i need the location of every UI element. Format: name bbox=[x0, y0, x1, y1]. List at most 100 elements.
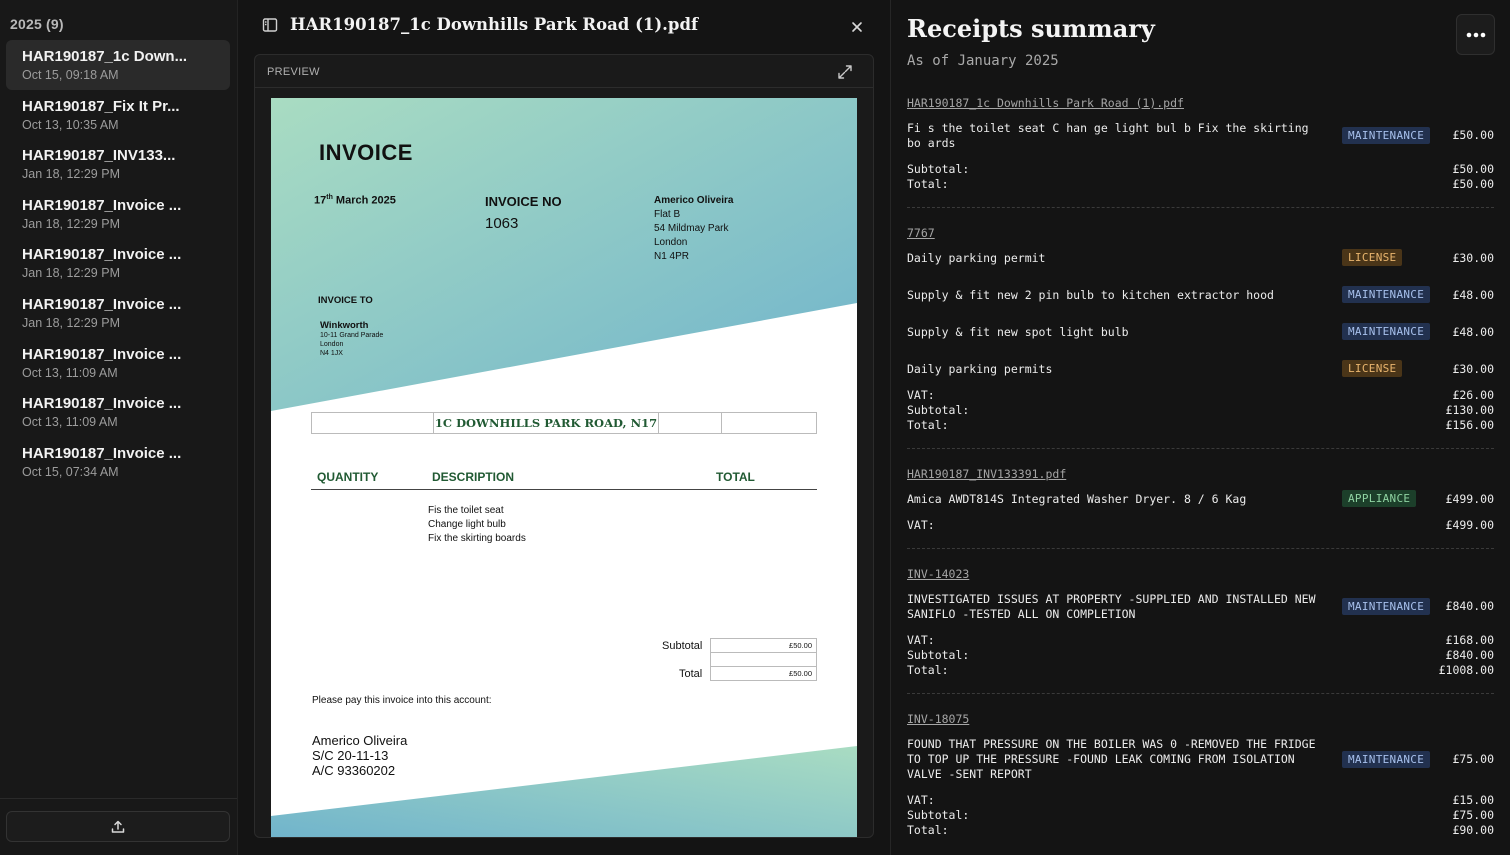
year-group-heading: 2025 (9) bbox=[10, 16, 64, 32]
line-item-description: Daily parking permits bbox=[907, 362, 1053, 376]
upload-button[interactable] bbox=[6, 811, 230, 842]
receipt-separator bbox=[907, 448, 1494, 449]
total-value: £50.00 bbox=[789, 669, 812, 678]
line-item-amount: £48.00 bbox=[1452, 325, 1494, 339]
bank-line: A/C 93360202 bbox=[312, 763, 396, 778]
preview-label: PREVIEW bbox=[267, 66, 320, 78]
receipt-link[interactable]: HAR190187_1c Downhills Park Road (1).pdf bbox=[907, 96, 1184, 110]
more-options-button[interactable] bbox=[1456, 14, 1495, 55]
column-total: TOTAL bbox=[716, 470, 755, 484]
totals-label: Total: bbox=[907, 663, 949, 677]
totals-value: £75.00 bbox=[1452, 808, 1494, 822]
invoice-background-graphic bbox=[271, 98, 857, 837]
receipt-link[interactable]: HAR190187_INV133391.pdf bbox=[907, 467, 1066, 481]
file-date: Oct 15, 09:18 AM bbox=[22, 68, 119, 82]
subtotal-value: £50.00 bbox=[711, 639, 816, 653]
payment-note: Please pay this invoice into this accoun… bbox=[312, 695, 492, 706]
to-line: N4 1JX bbox=[320, 350, 343, 357]
receipt-separator bbox=[907, 207, 1494, 208]
property-address-row: 1C DOWNHILLS PARK ROAD, N17 bbox=[311, 412, 817, 434]
file-item[interactable]: HAR190187_Invoice ... Oct 15, 07:34 AM bbox=[6, 437, 230, 487]
from-line: 54 Mildmay Park bbox=[654, 223, 729, 234]
totals-value: £90.00 bbox=[1452, 823, 1494, 837]
file-item[interactable]: HAR190187_INV133... Jan 18, 12:29 PM bbox=[6, 139, 230, 189]
item-line: Change light bulb bbox=[428, 519, 506, 530]
bank-details: Americo Oliveira S/C 20-11-13 A/C 933602… bbox=[312, 733, 407, 778]
summary-title: Receipts summary bbox=[907, 14, 1155, 43]
close-button[interactable] bbox=[847, 17, 867, 37]
totals-value: £26.00 bbox=[1452, 388, 1494, 402]
total-label: Total bbox=[679, 668, 703, 680]
preview-container: PREVIEW INVOICE 17th March 2025 INVOICE … bbox=[254, 54, 874, 838]
preview-header: HAR190187_1c Downhills Park Road (1).pdf bbox=[238, 0, 890, 54]
expand-icon bbox=[838, 65, 852, 79]
column-description: DESCRIPTION bbox=[432, 470, 515, 484]
line-item-amount: £30.00 bbox=[1452, 251, 1494, 265]
line-item-description: INVESTIGATED ISSUES AT PROPERTY -SUPPLIE… bbox=[907, 592, 1316, 621]
totals-value: £50.00 bbox=[1452, 162, 1494, 176]
property-address: 1C DOWNHILLS PARK ROAD, N17 bbox=[434, 413, 659, 433]
file-name: HAR190187_Invoice ... bbox=[22, 345, 182, 363]
bank-line: Americo Oliveira bbox=[312, 733, 408, 748]
line-item-description: FOUND THAT PRESSURE ON THE BOILER WAS 0 … bbox=[907, 737, 1316, 781]
file-item[interactable]: HAR190187_Invoice ... Oct 13, 11:09 AM bbox=[6, 387, 230, 437]
totals-label: Subtotal: bbox=[907, 403, 970, 417]
totals-label: Subtotal: bbox=[907, 648, 970, 662]
file-name: HAR190187_Fix It Pr... bbox=[22, 97, 180, 115]
sidebar-toggle-button[interactable] bbox=[262, 17, 278, 33]
line-item-amount: £30.00 bbox=[1452, 362, 1494, 376]
totals-label: Subtotal: bbox=[907, 162, 970, 176]
preview-toolbar: PREVIEW bbox=[255, 55, 873, 88]
totals-value: £840.00 bbox=[1445, 648, 1494, 662]
file-item[interactable]: HAR190187_Invoice ... Jan 18, 12:29 PM bbox=[6, 189, 230, 239]
totals-label: VAT: bbox=[907, 388, 935, 402]
file-item[interactable]: HAR190187_Invoice ... Oct 13, 11:09 AM bbox=[6, 338, 230, 388]
receipt-link[interactable]: INV-18075 bbox=[907, 712, 969, 726]
receipt-separator bbox=[907, 693, 1494, 694]
line-item-amount: £75.00 bbox=[1452, 752, 1494, 766]
column-divider bbox=[311, 489, 817, 490]
file-sidebar: 2025 (9) HAR190187_1c Down... Oct 15, 09… bbox=[0, 0, 238, 855]
expand-button[interactable] bbox=[835, 62, 855, 82]
file-item[interactable]: HAR190187_Fix It Pr... Oct 13, 10:35 AM bbox=[6, 90, 230, 140]
file-date: Jan 18, 12:29 PM bbox=[22, 315, 120, 330]
file-item[interactable]: HAR190187_1c Down... Oct 15, 09:18 AM bbox=[6, 40, 230, 90]
totals-label: VAT: bbox=[907, 793, 935, 807]
summary-subtitle: As of January 2025 bbox=[907, 53, 1059, 69]
to-line: London bbox=[320, 341, 344, 348]
invoice-to-address: Winkworth 10-11 Grand Parade London N4 1… bbox=[320, 320, 383, 358]
file-item[interactable]: HAR190187_Invoice ... Jan 18, 12:29 PM bbox=[6, 288, 230, 338]
receipts-summary-panel: Receipts summary As of January 2025 HAR1… bbox=[890, 0, 1510, 855]
totals-value: £168.00 bbox=[1445, 633, 1494, 647]
file-date: Jan 18, 12:29 PM bbox=[22, 216, 120, 231]
more-horizontal-icon bbox=[1466, 32, 1485, 37]
file-date: Oct 13, 11:09 AM bbox=[22, 365, 118, 380]
file-name: HAR190187_Invoice ... bbox=[22, 295, 182, 313]
totals-value: £1008.00 bbox=[1438, 663, 1494, 677]
line-item-description: Supply & fit new spot light bulb bbox=[907, 325, 1129, 339]
from-name: Americo Oliveira bbox=[654, 195, 734, 206]
line-item-description: Daily parking permit bbox=[907, 251, 1046, 265]
to-line: 10-11 Grand Parade bbox=[320, 332, 384, 339]
sidebar-toggle-icon bbox=[262, 18, 278, 32]
file-list: HAR190187_1c Down... Oct 15, 09:18 AM HA… bbox=[6, 40, 230, 486]
line-item-description: Fi s the toilet seat C han ge light bul … bbox=[907, 121, 1309, 150]
line-item-amount: £50.00 bbox=[1452, 128, 1494, 142]
line-item-description: Supply & fit new 2 pin bulb to kitchen e… bbox=[907, 288, 1274, 302]
file-date: Jan 18, 12:29 PM bbox=[22, 167, 120, 182]
invoice-date-rest: March 2025 bbox=[332, 194, 396, 207]
totals-value: £499.00 bbox=[1445, 518, 1494, 532]
receipt-link[interactable]: INV-14023 bbox=[907, 567, 969, 581]
item-line: Fix the skirting boards bbox=[428, 533, 526, 544]
file-date: Oct 13, 11:09 AM bbox=[22, 415, 118, 430]
invoice-date-day: 17 bbox=[314, 194, 327, 207]
from-line: N1 4PR bbox=[654, 251, 690, 262]
file-name: HAR190187_Invoice ... bbox=[22, 395, 182, 413]
item-line: Fis the toilet seat bbox=[428, 505, 504, 516]
totals-spacer bbox=[711, 653, 816, 667]
totals-value: £130.00 bbox=[1445, 403, 1494, 417]
file-name: HAR190187_Invoice ... bbox=[22, 196, 182, 214]
file-item[interactable]: HAR190187_Invoice ... Jan 18, 12:29 PM bbox=[6, 238, 230, 288]
receipt-link[interactable]: 7767 bbox=[907, 226, 935, 240]
invoice-items: Fis the toilet seat Change light bulb Fi… bbox=[428, 504, 526, 546]
